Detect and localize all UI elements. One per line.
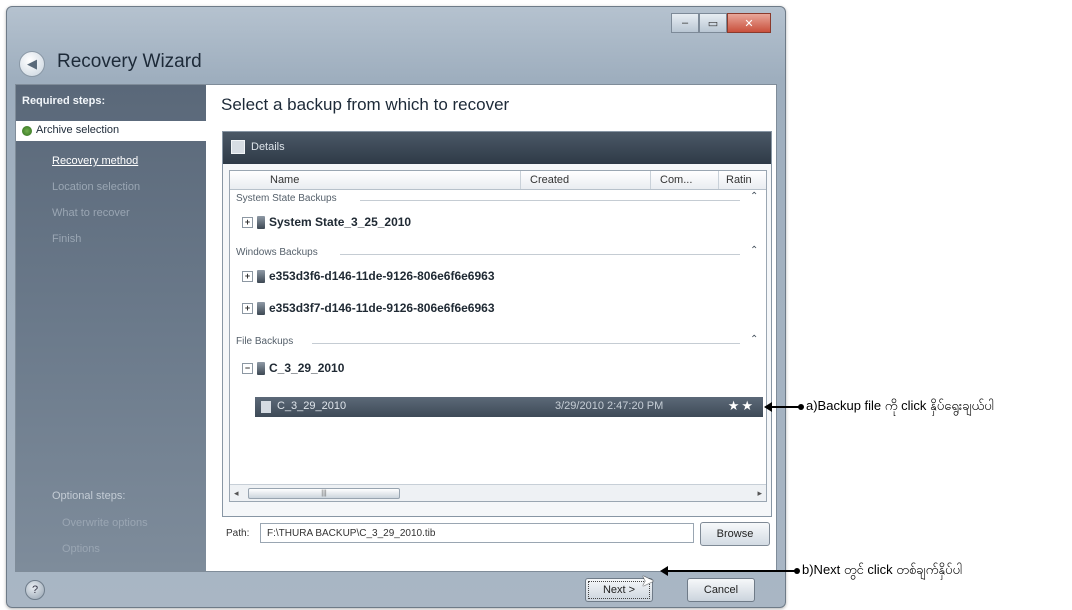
title-bar: – ▭ ✕ ◀ Recovery Wizard bbox=[7, 7, 785, 77]
sidebar-item-options: Options bbox=[62, 543, 100, 555]
column-header: Name Created Com... Ratin bbox=[230, 171, 766, 190]
backup-archive-icon bbox=[257, 269, 265, 283]
backup-name: e353d3f6-d146-11de-9126-806e6f6e6963 bbox=[269, 269, 495, 283]
collapse-icon[interactable]: − bbox=[242, 362, 253, 374]
sidebar-item-what-to-recover: What to recover bbox=[52, 207, 130, 219]
annotation-b-line bbox=[666, 570, 796, 572]
scrollbar-thumb[interactable]: ||| bbox=[248, 488, 400, 499]
list-item[interactable]: + e353d3f7-d146-11de-9126-806e6f6e6963 bbox=[242, 301, 495, 315]
chevron-up-icon[interactable]: ⌃ bbox=[750, 334, 758, 345]
selected-backup-row[interactable]: C_3_29_2010 3/29/2010 2:47:20 PM ★★ bbox=[255, 397, 763, 417]
page-title: Select a backup from which to recover bbox=[221, 95, 510, 114]
col-comment[interactable]: Com... bbox=[660, 174, 692, 186]
annotation-a-dot bbox=[798, 404, 804, 410]
backup-archive-icon bbox=[257, 301, 265, 315]
cancel-button[interactable]: Cancel bbox=[687, 578, 755, 602]
selected-backup-created: 3/29/2010 2:47:20 PM bbox=[555, 400, 664, 412]
help-icon[interactable]: ? bbox=[25, 580, 45, 600]
backup-list[interactable]: Name Created Com... Ratin System State B… bbox=[229, 170, 767, 502]
wizard-content: Required steps: Archive selection Recove… bbox=[15, 84, 777, 572]
optional-steps-heading: Optional steps: bbox=[52, 490, 126, 502]
backup-archive-icon bbox=[257, 215, 265, 229]
browse-button[interactable]: Browse bbox=[700, 522, 770, 546]
expand-icon[interactable]: + bbox=[242, 302, 253, 314]
mouse-cursor-icon: ➤ bbox=[641, 573, 655, 590]
required-steps-heading: Required steps: bbox=[22, 95, 106, 107]
sidebar-item-label: Archive selection bbox=[36, 124, 120, 136]
annotation-a-text: a)Backup file ကို click နှိပ်ရွေးချယ်ပါ bbox=[806, 398, 994, 413]
group-system-state: System State Backups bbox=[236, 193, 337, 204]
scroll-left-icon[interactable]: ◂ bbox=[234, 488, 239, 499]
back-arrow-icon[interactable]: ◀ bbox=[19, 51, 45, 77]
minimize-button[interactable]: – bbox=[671, 13, 699, 33]
annotation-b-dot bbox=[794, 568, 800, 574]
current-step-icon bbox=[22, 126, 32, 136]
col-separator bbox=[718, 171, 719, 189]
sidebar-item-finish: Finish bbox=[52, 233, 82, 245]
horizontal-scrollbar[interactable]: ◂ ||| ▸ bbox=[230, 484, 766, 501]
maximize-button[interactable]: ▭ bbox=[699, 13, 727, 33]
path-input[interactable]: F:\THURA BACKUP\C_3_29_2010.tib bbox=[260, 523, 694, 543]
selected-backup-name: C_3_29_2010 bbox=[277, 400, 347, 412]
group-divider bbox=[312, 343, 740, 344]
annotation-a-line bbox=[770, 406, 800, 408]
file-backup-icon bbox=[261, 401, 271, 413]
chevron-up-icon[interactable]: ⌃ bbox=[750, 245, 758, 256]
sidebar-item-overwrite-options: Overwrite options bbox=[62, 517, 148, 529]
group-windows-backups: Windows Backups bbox=[236, 247, 318, 258]
file-backup-icon bbox=[257, 361, 265, 375]
col-separator bbox=[650, 171, 651, 189]
sidebar-item-archive-selection[interactable]: Archive selection bbox=[16, 121, 206, 141]
col-name[interactable]: Name bbox=[270, 174, 299, 186]
steps-sidebar: Required steps: Archive selection Recove… bbox=[16, 85, 206, 571]
details-panel: Details Name Created Com... Ratin System… bbox=[222, 131, 772, 517]
expand-icon[interactable]: + bbox=[242, 270, 253, 282]
backup-name: C_3_29_2010 bbox=[269, 361, 345, 375]
group-divider bbox=[340, 254, 740, 255]
window-controls: – ▭ ✕ bbox=[671, 13, 771, 33]
scroll-right-icon[interactable]: ▸ bbox=[757, 488, 762, 499]
wizard-footer: ? Next > Cancel bbox=[7, 572, 785, 607]
col-created[interactable]: Created bbox=[530, 174, 569, 186]
chevron-up-icon[interactable]: ⌃ bbox=[750, 191, 758, 202]
list-item[interactable]: + e353d3f6-d146-11de-9126-806e6f6e6963 bbox=[242, 269, 495, 283]
path-label: Path: bbox=[226, 528, 250, 539]
rating-stars: ★★ bbox=[727, 398, 755, 413]
details-icon bbox=[231, 140, 245, 154]
list-item[interactable]: + System State_3_25_2010 bbox=[242, 215, 411, 229]
backup-name: System State_3_25_2010 bbox=[269, 215, 412, 229]
group-file-backups: File Backups bbox=[236, 336, 294, 347]
close-button[interactable]: ✕ bbox=[727, 13, 771, 33]
path-bar: Path: F:\THURA BACKUP\C_3_29_2010.tib Br… bbox=[222, 519, 770, 549]
expand-icon[interactable]: + bbox=[242, 216, 253, 228]
annotation-b-text: b)Next တွင် click တစ်ချက်နှိပ်ပါ bbox=[802, 562, 963, 577]
list-item[interactable]: − C_3_29_2010 bbox=[242, 361, 344, 375]
col-separator bbox=[520, 171, 521, 189]
group-divider bbox=[360, 200, 740, 201]
details-header: Details bbox=[223, 132, 771, 164]
sidebar-item-location-selection: Location selection bbox=[52, 181, 141, 193]
backup-name: e353d3f7-d146-11de-9126-806e6f6e6963 bbox=[269, 301, 495, 315]
details-title: Details bbox=[251, 141, 285, 153]
recovery-wizard-window: – ▭ ✕ ◀ Recovery Wizard Required steps: … bbox=[6, 6, 786, 608]
col-rating[interactable]: Ratin bbox=[726, 174, 752, 186]
sidebar-item-recovery-method[interactable]: Recovery method bbox=[52, 155, 138, 167]
window-title: Recovery Wizard bbox=[57, 51, 202, 72]
